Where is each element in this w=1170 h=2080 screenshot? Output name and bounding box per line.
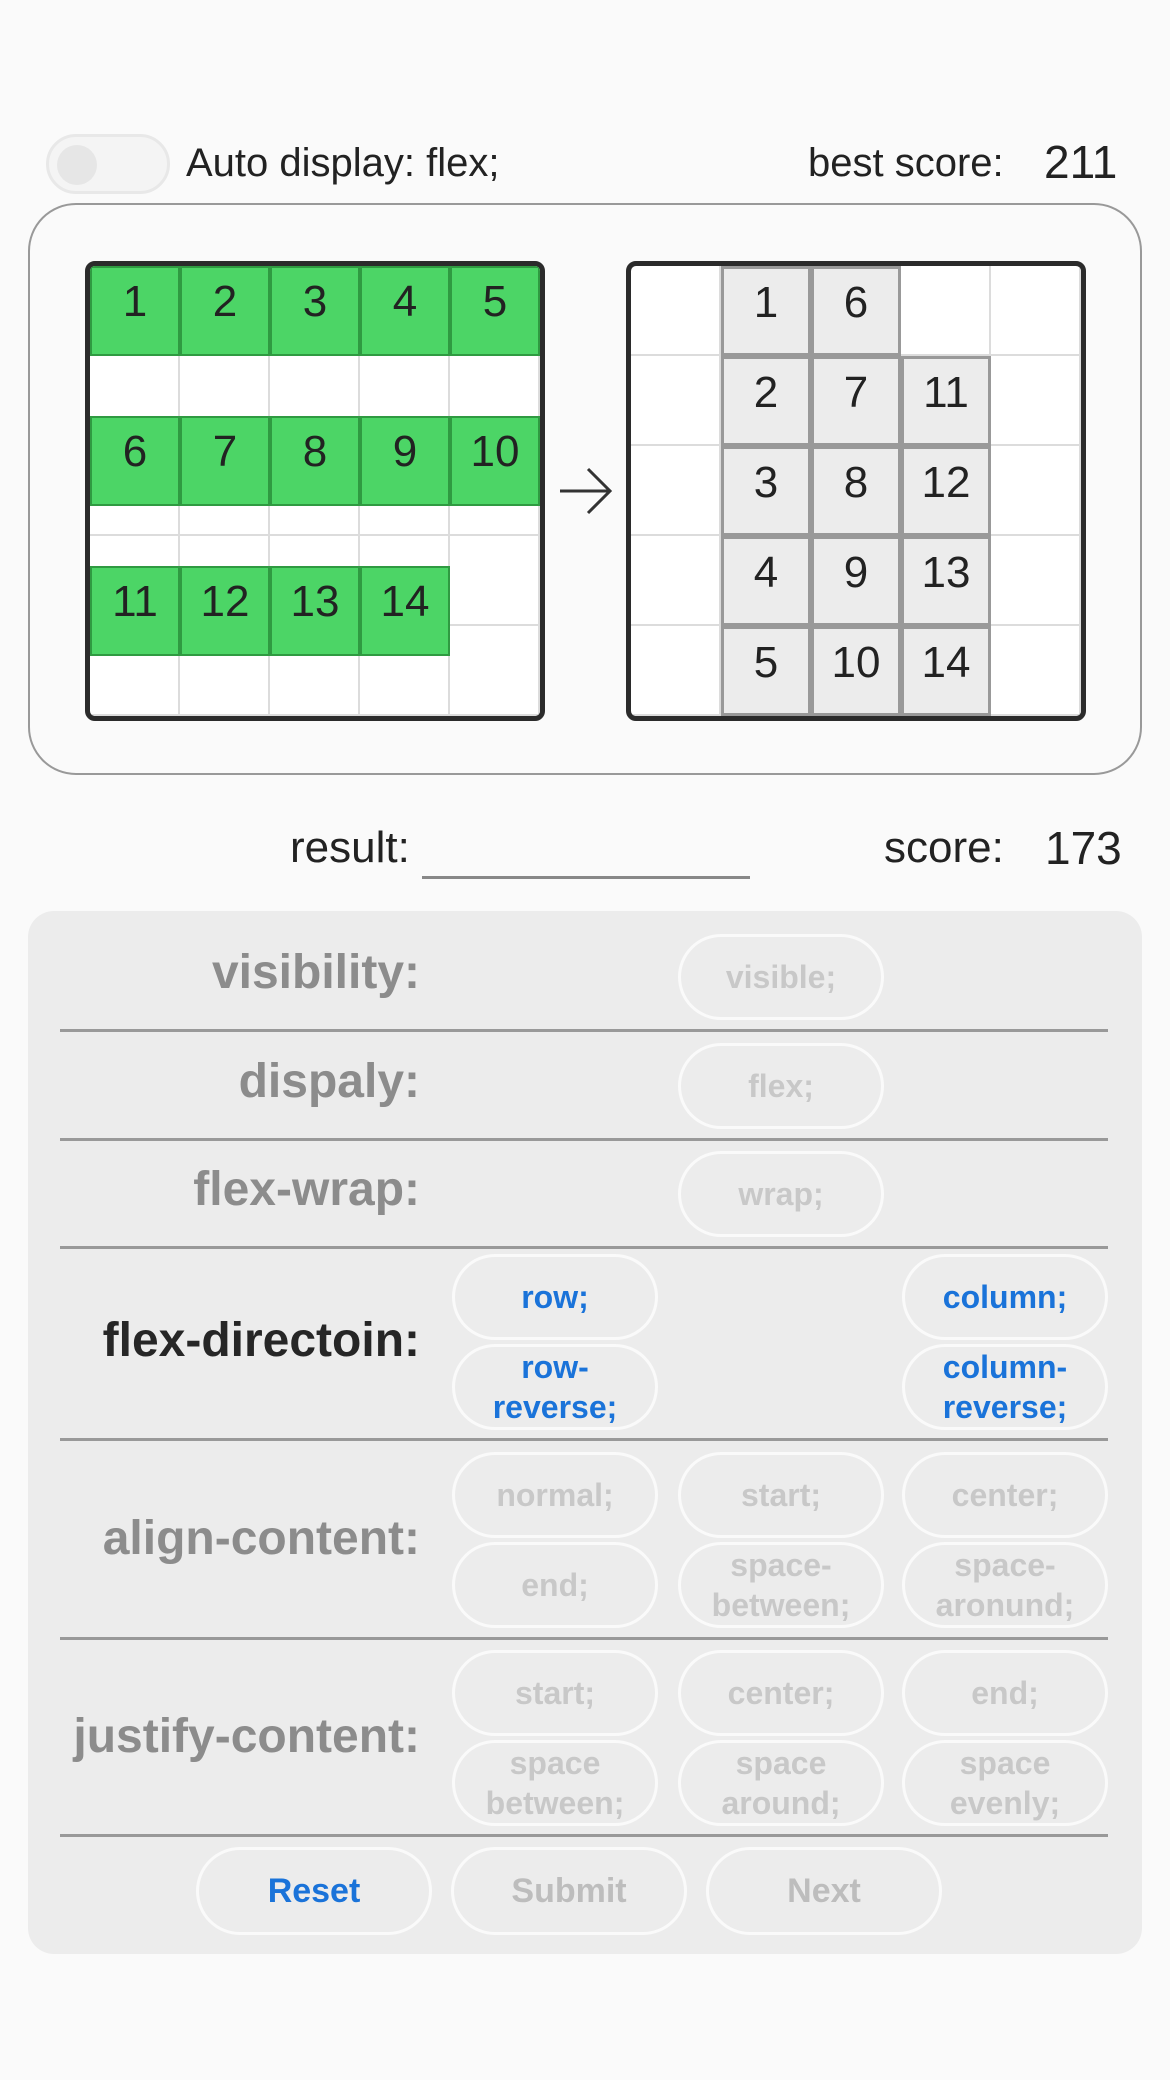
divider	[60, 1138, 1108, 1141]
visibility-label: visibility:	[211, 946, 420, 999]
source-tile: 10	[450, 416, 540, 506]
grid-cell	[901, 266, 991, 356]
flex-wrap-wrap-option[interactable]: wrap;	[678, 1151, 884, 1237]
target-tile: 13	[901, 536, 991, 626]
grid-cell	[631, 446, 721, 536]
source-tile: 2	[180, 266, 270, 356]
align-content-space-between-option[interactable]: space-between;	[678, 1542, 884, 1628]
grid-cell	[991, 536, 1081, 626]
target-tile: 3	[721, 446, 811, 536]
flex-direction-column-reverse-option[interactable]: column-reverse;	[902, 1344, 1108, 1430]
divider	[60, 1834, 1108, 1837]
grid-cell	[450, 626, 540, 716]
grid-cell	[991, 266, 1081, 356]
grid-cell	[631, 356, 721, 446]
divider	[60, 1637, 1108, 1640]
target-grid: 1 2 3 4 5 6 7 8 9 10 11 12 13 14	[626, 261, 1086, 721]
divider	[60, 1438, 1108, 1441]
flex-direction-row-reverse-option[interactable]: row-reverse;	[452, 1344, 658, 1430]
grid-cell	[631, 536, 721, 626]
align-content-center-option[interactable]: center;	[902, 1452, 1108, 1538]
best-score-value: 211	[1044, 136, 1118, 188]
flex-direction-column-option[interactable]: column;	[902, 1254, 1108, 1340]
target-tile: 12	[901, 446, 991, 536]
source-tile: 12	[180, 566, 270, 656]
source-tile: 5	[450, 266, 540, 356]
arrow-right-icon	[560, 467, 613, 515]
auto-display-label: Auto display: flex;	[186, 141, 500, 185]
source-tile: 8	[270, 416, 360, 506]
source-tile: 4	[360, 266, 450, 356]
grid-cell	[631, 266, 721, 356]
align-content-label: align-content:	[102, 1512, 420, 1565]
grid-cell	[991, 446, 1081, 536]
display-flex-option[interactable]: flex;	[678, 1043, 884, 1129]
grid-cell	[631, 626, 721, 716]
align-content-normal-option[interactable]: normal;	[452, 1452, 658, 1538]
source-tile: 3	[270, 266, 360, 356]
target-tile: 10	[811, 626, 901, 716]
toggle-knob	[57, 145, 97, 185]
grid-cell	[991, 356, 1081, 446]
reset-button[interactable]: Reset	[196, 1847, 432, 1935]
best-score-label: best score:	[808, 141, 1004, 185]
divider	[60, 1246, 1108, 1249]
target-tile: 4	[721, 536, 811, 626]
justify-content-label: justify-content:	[73, 1710, 420, 1763]
target-tile: 7	[811, 356, 901, 446]
flex-wrap-label: flex-wrap:	[193, 1163, 420, 1216]
next-button[interactable]: Next	[706, 1847, 942, 1935]
target-tile: 6	[811, 266, 901, 356]
source-tile: 1	[90, 266, 180, 356]
target-tile: 8	[811, 446, 901, 536]
align-content-space-around-option[interactable]: space-aronund;	[902, 1542, 1108, 1628]
grid-cell	[991, 626, 1081, 716]
auto-display-toggle[interactable]	[46, 134, 170, 194]
display-label: dispaly:	[238, 1055, 420, 1108]
flex-direction-row-option[interactable]: row;	[452, 1254, 658, 1340]
target-tile: 5	[721, 626, 811, 716]
score-value: 173	[1045, 822, 1122, 874]
align-content-start-option[interactable]: start;	[678, 1452, 884, 1538]
target-tile: 2	[721, 356, 811, 446]
result-label: result:	[290, 823, 410, 872]
target-tile: 14	[901, 626, 991, 716]
source-tile: 14	[360, 566, 450, 656]
source-tile: 11	[90, 566, 180, 656]
justify-content-end-option[interactable]: end;	[902, 1650, 1108, 1736]
target-tile: 11	[901, 356, 991, 446]
submit-button[interactable]: Submit	[451, 1847, 687, 1935]
result-field	[422, 876, 750, 879]
score-label: score:	[884, 823, 1004, 872]
source-tile: 6	[90, 416, 180, 506]
source-grid: 1 2 3 4 5 6 7 8 9 10 11 12 13 14	[85, 261, 545, 721]
divider	[60, 1029, 1108, 1032]
justify-content-space-around-option[interactable]: space around;	[678, 1740, 884, 1826]
visibility-visible-option[interactable]: visible;	[678, 934, 884, 1020]
justify-content-space-evenly-option[interactable]: space evenly;	[902, 1740, 1108, 1826]
align-content-end-option[interactable]: end;	[452, 1542, 658, 1628]
source-tile: 7	[180, 416, 270, 506]
flex-direction-label: flex-directoin:	[102, 1314, 420, 1367]
source-tile: 9	[360, 416, 450, 506]
justify-content-start-option[interactable]: start;	[452, 1650, 658, 1736]
target-tile: 1	[721, 266, 811, 356]
justify-content-space-between-option[interactable]: space between;	[452, 1740, 658, 1826]
source-tile: 13	[270, 566, 360, 656]
justify-content-center-option[interactable]: center;	[678, 1650, 884, 1736]
grid-cell	[450, 536, 540, 626]
target-tile: 9	[811, 536, 901, 626]
